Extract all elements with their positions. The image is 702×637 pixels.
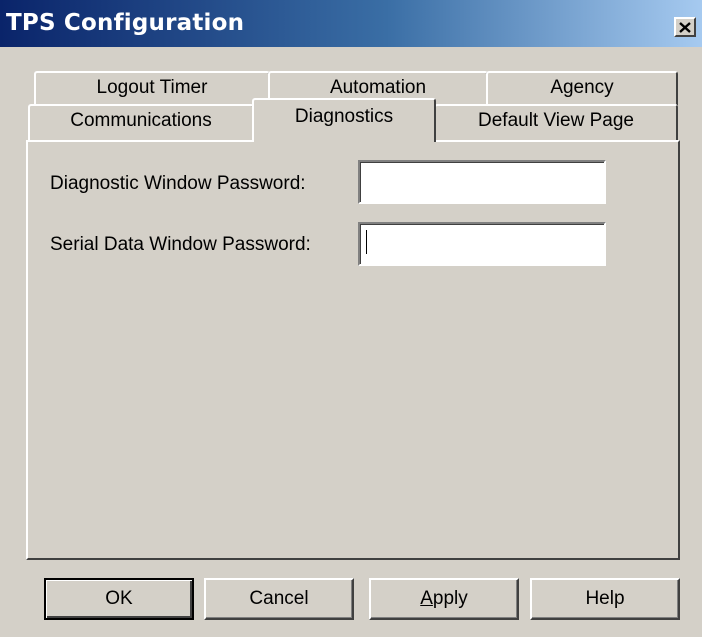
window-title: TPS Configuration bbox=[6, 10, 245, 36]
ok-button[interactable]: OK bbox=[44, 578, 194, 620]
title-bar[interactable]: TPS Configuration bbox=[0, 0, 702, 47]
tab-agency[interactable]: Agency bbox=[486, 71, 678, 105]
tab-label: Default View Page bbox=[478, 110, 634, 131]
diagnostic-password-label: Diagnostic Window Password: bbox=[50, 173, 306, 194]
help-button[interactable]: Help bbox=[530, 578, 680, 620]
tab-label: Agency bbox=[550, 77, 614, 98]
tab-label: Automation bbox=[329, 77, 427, 98]
tab-label: Logout Timer bbox=[96, 77, 208, 98]
cancel-button[interactable]: Cancel bbox=[204, 578, 354, 620]
apply-label-rest: pply bbox=[432, 588, 468, 609]
close-icon bbox=[679, 21, 691, 33]
apply-mnemonic: A bbox=[420, 588, 433, 609]
tab-default-view-page[interactable]: Default View Page bbox=[434, 104, 678, 140]
tab-communications[interactable]: Communications bbox=[28, 104, 254, 140]
tab-label: Communications bbox=[70, 110, 212, 131]
text-caret bbox=[366, 230, 367, 254]
tab-diagnostics[interactable]: Diagnostics bbox=[252, 98, 436, 142]
serial-password-label: Serial Data Window Password: bbox=[50, 234, 311, 255]
tab-label: Diagnostics bbox=[294, 106, 394, 127]
tps-configuration-dialog: TPS Configuration Logout Timer Automatio… bbox=[0, 0, 702, 637]
apply-button[interactable]: Apply bbox=[369, 578, 519, 620]
diagnostic-password-input[interactable] bbox=[358, 160, 606, 204]
close-button[interactable] bbox=[674, 17, 696, 37]
serial-password-input[interactable] bbox=[358, 222, 606, 266]
tab-logout-timer[interactable]: Logout Timer bbox=[34, 71, 270, 105]
